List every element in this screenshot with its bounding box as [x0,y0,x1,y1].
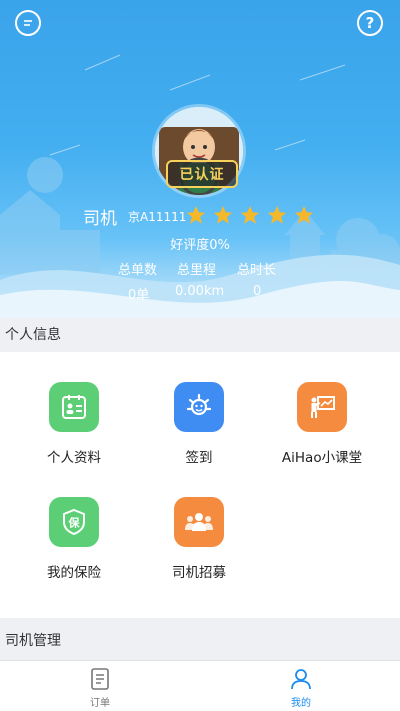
star-icon [186,205,206,224]
tab-mine[interactable]: 我的 [271,667,331,709]
driver-name: 司机 [83,209,117,229]
feature-sign-in[interactable]: 签到 [139,382,259,466]
profile-card-icon [49,382,99,432]
star-icon [267,205,287,224]
order-list-icon [91,668,109,690]
stat-label-orders: 总单数 [118,263,158,278]
rating-text: 好评度0% [170,238,230,253]
insurance-shield-icon: 保 [49,497,99,547]
feature-panel: 个人资料 签到 AiHao小课堂 保 我的保险 司机招募 [0,352,400,618]
feature-insurance[interactable]: 保 我的保险 [14,497,134,581]
section-title-personal: 个人信息 [0,318,400,352]
verified-badge: 已认证 [166,160,238,188]
stat-value-duration: 0 [253,284,262,299]
recruit-people-icon [174,497,224,547]
stat-label-distance: 总里程 [177,263,217,278]
license-plate: 京A11111 [128,210,187,224]
tab-label: 订单 [90,698,110,709]
svg-text:保: 保 [68,516,81,530]
stat-value-orders: 0单 [128,288,150,303]
tab-label: 我的 [291,698,311,709]
star-icon [294,205,314,224]
classroom-icon [297,382,347,432]
star-icon [240,205,260,224]
stat-value-distance: 0.00km [175,284,225,299]
bottom-tab-bar: 订单 我的 [0,660,400,711]
feature-label: 个人资料 [47,450,101,466]
driver-info-row: 司机 京A11111 [0,204,400,229]
section-title-driver-manage: 司机管理 [0,624,400,658]
sign-in-icon [174,382,224,432]
feature-label: AiHao小课堂 [281,450,363,466]
feature-label: 我的保险 [47,565,101,581]
feature-label: 司机招募 [172,565,226,581]
star-icon [213,205,233,224]
tab-orders[interactable]: 订单 [70,667,130,709]
feature-label: 签到 [185,450,213,466]
user-icon [291,669,311,690]
question-circle-icon[interactable]: ? [357,10,383,36]
feature-classroom[interactable]: AiHao小课堂 [262,382,382,466]
feature-recruit[interactable]: 司机招募 [139,497,259,581]
chat-bubble-icon[interactable] [15,10,41,36]
feature-profile[interactable]: 个人资料 [14,382,134,466]
profile-header: ? 已认证 司机 京A11111 好评度0% 总单数 总里程 总时长 0单 0.… [0,0,400,318]
stat-label-duration: 总时长 [237,263,277,278]
